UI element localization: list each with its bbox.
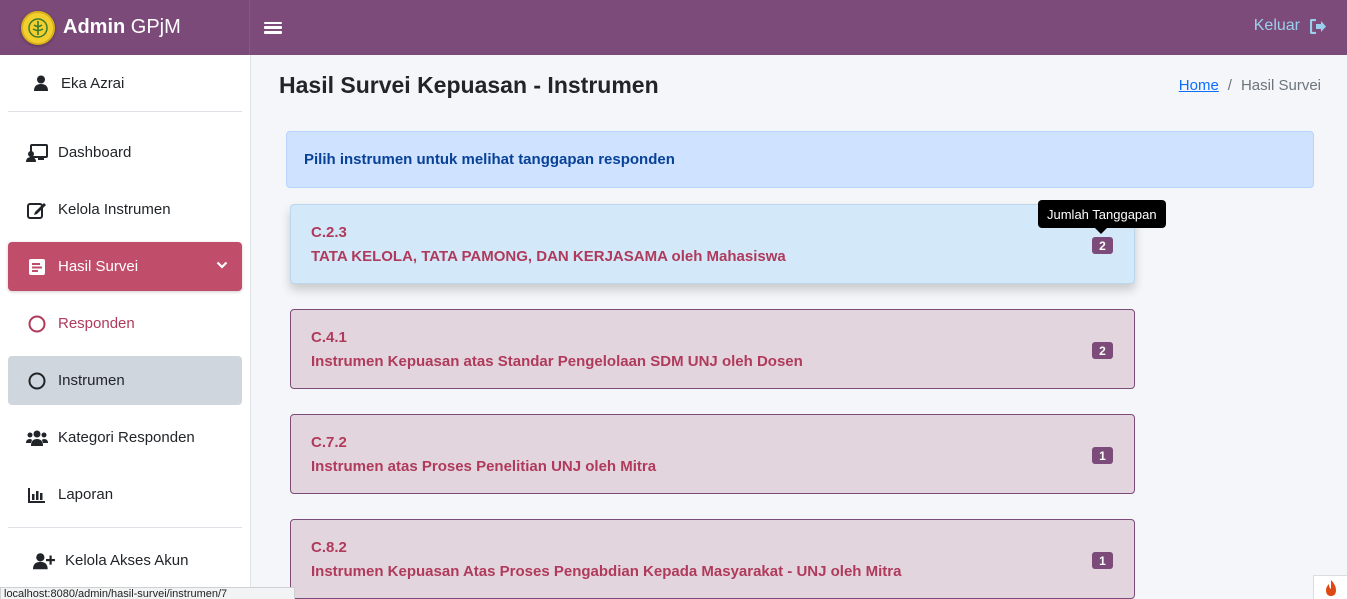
sidebar: Eka Azrai Dashboard Kelola Instrumen Has… [0, 55, 251, 599]
instrument-title: Instrumen Kepuasan Atas Proses Pengabdia… [311, 563, 902, 580]
info-alert: Pilih instrumen untuk melihat tanggapan … [286, 131, 1314, 188]
sidebar-item-laporan[interactable]: Laporan [8, 470, 242, 519]
brand-logo-icon [21, 10, 55, 45]
user-panel[interactable]: Eka Azrai [8, 55, 242, 112]
response-count-badge: 1 [1092, 447, 1113, 464]
sidebar-item-label: Kelola Instrumen [58, 201, 171, 218]
breadcrumb-home-link[interactable]: Home [1179, 77, 1219, 94]
instrument-code: C.8.2 [311, 539, 347, 556]
poll-icon [26, 258, 48, 275]
menu-toggle-icon[interactable] [264, 20, 282, 36]
sidebar-item-label: Laporan [58, 486, 114, 503]
breadcrumb: Home / Hasil Survei [1179, 77, 1321, 94]
top-navbar: Admin GPjM Keluar [0, 0, 1347, 55]
main-content: Hasil Survei Kepuasan - Instrumen Home /… [251, 55, 1347, 599]
instrument-card[interactable]: C.2.3 TATA KELOLA, TATA PAMONG, DAN KERJ… [290, 204, 1135, 284]
sidebar-item-hasil-survei[interactable]: Hasil Survei [8, 242, 242, 291]
sidebar-item-label: Responden [58, 315, 135, 332]
instrument-title: Instrumen atas Proses Penelitian UNJ ole… [311, 458, 657, 475]
sidebar-item-kelola-akses-akun[interactable]: Kelola Akses Akun [8, 536, 242, 585]
instrument-code: C.4.1 [311, 329, 347, 346]
circle-icon [26, 372, 48, 390]
sidebar-item-instrumen[interactable]: Instrumen [8, 356, 242, 405]
brand-name: Admin GPjM [63, 16, 181, 38]
tooltip: Jumlah Tanggapan [1038, 200, 1166, 234]
sidebar-item-kategori-responden[interactable]: Kategori Responden [8, 413, 242, 462]
instrument-card[interactable]: C.7.2 Instrumen atas Proses Penelitian U… [290, 414, 1135, 494]
response-count-badge: 2 [1092, 342, 1113, 359]
browser-status-url: localhost:8080/admin/hasil-survei/instru… [0, 587, 295, 599]
sidebar-nav: Dashboard Kelola Instrumen Hasil Survei … [0, 112, 250, 585]
user-plus-icon [33, 552, 55, 570]
logout-label: Keluar [1253, 17, 1300, 34]
instrument-card[interactable]: C.8.2 Instrumen Kepuasan Atas Proses Pen… [290, 519, 1135, 599]
instrument-code: C.7.2 [311, 434, 347, 451]
edit-icon [26, 201, 48, 219]
sidebar-divider [8, 527, 242, 528]
sidebar-item-label: Hasil Survei [58, 258, 139, 275]
brand[interactable]: Admin GPjM [0, 0, 250, 55]
instrument-code: C.2.3 [311, 224, 347, 241]
instrument-title: Instrumen Kepuasan atas Standar Pengelol… [311, 353, 803, 370]
sidebar-item-kelola-instrumen[interactable]: Kelola Instrumen [8, 185, 242, 234]
debug-toolbar-icon[interactable] [1313, 575, 1347, 599]
response-count-badge: 1 [1092, 552, 1113, 569]
breadcrumb-separator: / [1227, 77, 1232, 94]
sign-out-icon [1310, 18, 1326, 34]
chart-bar-icon [26, 487, 48, 503]
user-icon [31, 75, 51, 91]
sidebar-item-label: Kelola Akses Akun [65, 552, 189, 569]
sidebar-item-responden[interactable]: Responden [8, 299, 242, 348]
dashboard-icon [26, 143, 48, 162]
instrument-card[interactable]: C.4.1 Instrumen Kepuasan atas Standar Pe… [290, 309, 1135, 389]
breadcrumb-current: Hasil Survei [1240, 77, 1321, 94]
users-icon [26, 430, 48, 446]
response-count-badge: 2 [1092, 237, 1113, 254]
page-title: Hasil Survei Kepuasan - Instrumen [279, 72, 659, 98]
user-name: Eka Azrai [61, 74, 125, 92]
logout-link[interactable]: Keluar [1254, 17, 1327, 35]
sidebar-item-label: Dashboard [58, 144, 132, 161]
sidebar-item-dashboard[interactable]: Dashboard [8, 128, 242, 177]
sidebar-item-label: Instrumen [58, 372, 125, 389]
instrument-title: TATA KELOLA, TATA PAMONG, DAN KERJASAMA … [311, 248, 786, 265]
chevron-down-icon [216, 256, 228, 273]
sidebar-item-label: Kategori Responden [58, 429, 195, 446]
circle-icon [26, 315, 48, 333]
